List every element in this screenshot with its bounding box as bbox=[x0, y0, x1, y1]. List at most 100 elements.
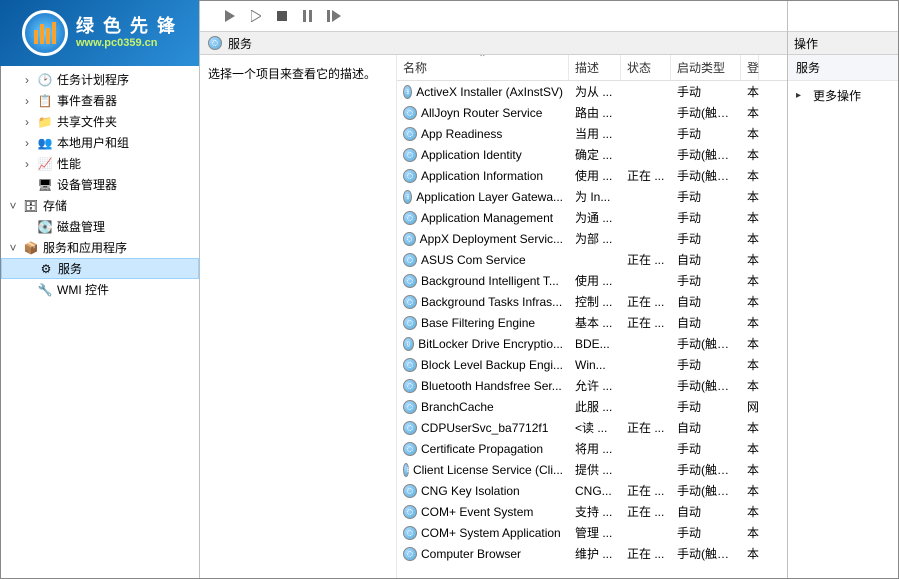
service-row[interactable]: BitLocker Drive Encryptio...BDE...手动(触发 … bbox=[397, 333, 787, 354]
service-row[interactable]: Application Layer Gatewa...为 In...手动本 bbox=[397, 186, 787, 207]
service-status: 正在 ... bbox=[621, 419, 671, 436]
service-start: 手动 bbox=[671, 83, 741, 100]
service-row[interactable]: Base Filtering Engine基本 ...正在 ...自动本 bbox=[397, 312, 787, 333]
pause-button[interactable] bbox=[300, 8, 316, 24]
column-desc[interactable]: 描述 bbox=[569, 55, 621, 80]
service-desc: <读 ... bbox=[569, 419, 621, 436]
service-start: 手动 bbox=[671, 272, 741, 289]
tree-item-10[interactable]: 🔧WMI 控件 bbox=[1, 279, 199, 300]
service-logon: 本 bbox=[741, 251, 759, 268]
tree-item-3[interactable]: ›👥本地用户和组 bbox=[1, 132, 199, 153]
service-name: ASUS Com Service bbox=[421, 253, 526, 267]
service-row[interactable]: App Readiness当用 ...手动本 bbox=[397, 123, 787, 144]
service-toolbar bbox=[200, 1, 787, 31]
panel-title-bar: 服务 bbox=[200, 31, 787, 55]
service-row[interactable]: Bluetooth Handsfree Ser...允许 ...手动(触发 ..… bbox=[397, 375, 787, 396]
gear-icon bbox=[403, 148, 417, 162]
service-logon: 本 bbox=[741, 482, 759, 499]
service-desc: CNG... bbox=[569, 484, 621, 498]
service-desc: 确定 ... bbox=[569, 146, 621, 163]
service-logon: 网 bbox=[741, 398, 759, 415]
play-button[interactable] bbox=[248, 8, 264, 24]
gear-icon bbox=[403, 379, 417, 393]
service-name: Bluetooth Handsfree Ser... bbox=[421, 379, 562, 393]
tree-item-7[interactable]: 💽磁盘管理 bbox=[1, 216, 199, 237]
tree-item-8[interactable]: ˅📦服务和应用程序 bbox=[1, 237, 199, 258]
service-row[interactable]: AppX Deployment Servic...为部 ...手动本 bbox=[397, 228, 787, 249]
service-desc: 当用 ... bbox=[569, 125, 621, 142]
service-row[interactable]: Application Management为通 ...手动本 bbox=[397, 207, 787, 228]
service-row[interactable]: CDPUserSvc_ba7712f1<读 ...正在 ...自动本 bbox=[397, 417, 787, 438]
tree-item-2[interactable]: ›📁共享文件夹 bbox=[1, 111, 199, 132]
column-status[interactable]: 状态 bbox=[621, 55, 671, 80]
restart-button[interactable] bbox=[326, 8, 342, 24]
chevron-icon: › bbox=[21, 136, 33, 150]
tree-item-4[interactable]: ›📈性能 bbox=[1, 153, 199, 174]
column-name[interactable]: 名称 bbox=[397, 55, 569, 80]
service-row[interactable]: Computer Browser维护 ...正在 ...手动(触发 ...本 bbox=[397, 543, 787, 564]
service-name: COM+ System Application bbox=[421, 526, 561, 540]
tree-item-label: 本地用户和组 bbox=[57, 134, 129, 151]
list-body[interactable]: ActiveX Installer (AxInstSV)为从 ...手动本All… bbox=[397, 81, 787, 578]
service-name: Background Tasks Infras... bbox=[421, 295, 562, 309]
tree-item-label: 存储 bbox=[43, 197, 67, 214]
tree-item-label: 磁盘管理 bbox=[57, 218, 105, 235]
service-row[interactable]: Application Identity确定 ...手动(触发 ...本 bbox=[397, 144, 787, 165]
service-logon: 本 bbox=[741, 461, 759, 478]
navigation-tree[interactable]: ›🕑任务计划程序›📋事件查看器›📁共享文件夹›👥本地用户和组›📈性能🖥设备管理器… bbox=[1, 1, 200, 578]
service-name: CDPUserSvc_ba7712f1 bbox=[421, 421, 548, 435]
service-start: 手动 bbox=[671, 398, 741, 415]
service-start: 手动(触发 ... bbox=[671, 335, 741, 352]
service-row[interactable]: ActiveX Installer (AxInstSV)为从 ...手动本 bbox=[397, 81, 787, 102]
service-start: 手动(触发 ... bbox=[671, 146, 741, 163]
service-start: 手动(触发 ... bbox=[671, 377, 741, 394]
service-start: 自动 bbox=[671, 251, 741, 268]
service-row[interactable]: Certificate Propagation将用 ...手动本 bbox=[397, 438, 787, 459]
service-row[interactable]: Background Tasks Infras...控制 ...正在 ...自动… bbox=[397, 291, 787, 312]
service-row[interactable]: COM+ Event System支持 ...正在 ...自动本 bbox=[397, 501, 787, 522]
service-row[interactable]: Client License Service (Cli...提供 ...手动(触… bbox=[397, 459, 787, 480]
svc-icon: ⚙ bbox=[38, 261, 54, 277]
tree-item-6[interactable]: ˅🗄存储 bbox=[1, 195, 199, 216]
service-name: COM+ Event System bbox=[421, 505, 533, 519]
service-name: AllJoyn Router Service bbox=[421, 106, 542, 120]
service-start: 自动 bbox=[671, 293, 741, 310]
service-start: 自动 bbox=[671, 419, 741, 436]
tree-item-1[interactable]: ›📋事件查看器 bbox=[1, 90, 199, 111]
tree-item-5[interactable]: 🖥设备管理器 bbox=[1, 174, 199, 195]
service-row[interactable]: AllJoyn Router Service路由 ...手动(触发 ...本 bbox=[397, 102, 787, 123]
tree-item-label: 服务和应用程序 bbox=[43, 239, 127, 256]
perf-icon: 📈 bbox=[37, 156, 53, 172]
service-row[interactable]: BranchCache此服 ...手动网 bbox=[397, 396, 787, 417]
service-name: BitLocker Drive Encryptio... bbox=[418, 337, 563, 351]
service-desc: 为从 ... bbox=[569, 83, 621, 100]
service-row[interactable]: CNG Key IsolationCNG...正在 ...手动(触发 ...本 bbox=[397, 480, 787, 501]
gear-icon bbox=[403, 400, 417, 414]
service-desc: 为通 ... bbox=[569, 209, 621, 226]
tree-item-9[interactable]: ⚙服务 bbox=[1, 258, 199, 279]
service-row[interactable]: Background Intelligent T...使用 ...手动本 bbox=[397, 270, 787, 291]
column-logon[interactable]: 登 bbox=[741, 55, 759, 80]
service-name: Application Layer Gatewa... bbox=[416, 190, 563, 204]
service-desc: 将用 ... bbox=[569, 440, 621, 457]
service-logon: 本 bbox=[741, 83, 759, 100]
stop-button[interactable] bbox=[274, 8, 290, 24]
service-row[interactable]: COM+ System Application管理 ...手动本 bbox=[397, 522, 787, 543]
column-start[interactable]: 启动类型 bbox=[671, 55, 741, 80]
gear-icon bbox=[403, 232, 416, 246]
service-start: 自动 bbox=[671, 314, 741, 331]
service-logon: 本 bbox=[741, 167, 759, 184]
more-actions-item[interactable]: 更多操作 bbox=[788, 81, 898, 110]
service-row[interactable]: ASUS Com Service正在 ...自动本 bbox=[397, 249, 787, 270]
service-desc: 使用 ... bbox=[569, 167, 621, 184]
service-desc: 控制 ... bbox=[569, 293, 621, 310]
service-name: Computer Browser bbox=[421, 547, 521, 561]
tree-item-0[interactable]: ›🕑任务计划程序 bbox=[1, 69, 199, 90]
tree-item-label: 任务计划程序 bbox=[57, 71, 129, 88]
service-row[interactable]: Application Information使用 ...正在 ...手动(触发… bbox=[397, 165, 787, 186]
service-logon: 本 bbox=[741, 503, 759, 520]
gear-icon bbox=[403, 127, 417, 141]
start-button[interactable] bbox=[222, 8, 238, 24]
chevron-icon: ˅ bbox=[7, 241, 19, 255]
service-row[interactable]: Block Level Backup Engi...Win...手动本 bbox=[397, 354, 787, 375]
